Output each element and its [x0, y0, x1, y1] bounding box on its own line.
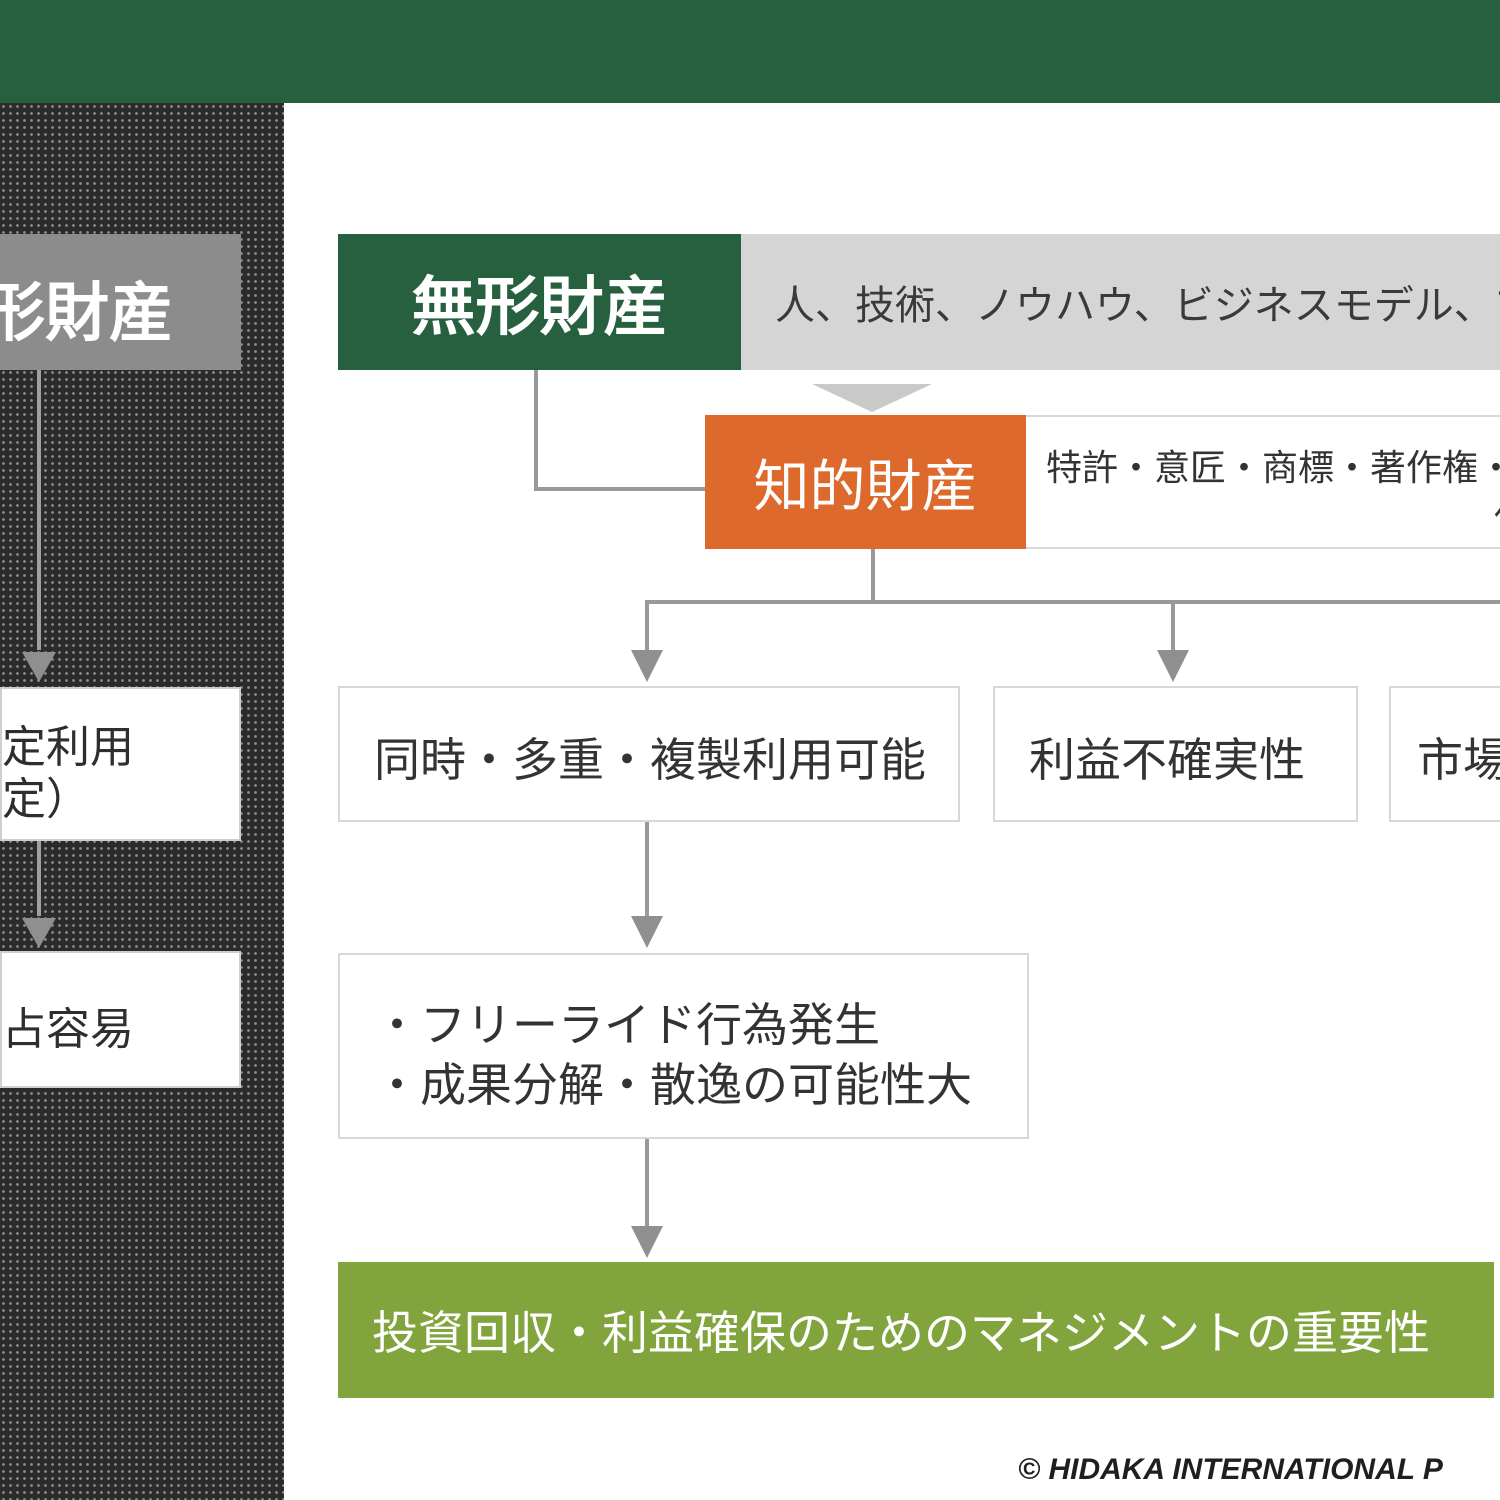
branch-arrow-2	[1157, 650, 1189, 682]
intangible-to-ip-connector	[534, 370, 705, 491]
consequence-free-ride: ・フリーライド行為発生	[374, 998, 880, 1052]
characteristic-box-market: 市場	[1389, 686, 1500, 822]
intangible-assets-label: 無形財産	[411, 271, 668, 345]
conclusion-box: 投資回収・利益確保のためのマネジメントの重要性	[338, 1262, 1494, 1398]
consequences-box: ・フリーライド行為発生 ・成果分解・散逸の可能性大	[338, 953, 1029, 1139]
conclusion-text: 投資回収・利益確保のためのマネジメントの重要性	[372, 1306, 1430, 1360]
characteristic-market: 市場	[1417, 733, 1500, 787]
copyright-notice: © HIDAKA INTERNATIONAL P	[1018, 1453, 1443, 1486]
intellectual-property-description-line2: 保	[1494, 489, 1500, 541]
branch-arrow-1	[631, 650, 663, 682]
intangible-assets-description: 人、技術、ノウハウ、ビジネスモデル、ブラ	[775, 283, 1500, 329]
consequence-dispersion: ・成果分解・散逸の可能性大	[374, 1058, 972, 1112]
intellectual-property-box: 知的財産	[705, 415, 1026, 549]
intangible-assets-box: 無形財産	[338, 234, 741, 370]
characteristic-profit-uncertainty: 利益不確実性	[1029, 733, 1305, 787]
characteristic-multi-use: 同時・多重・複製利用可能	[374, 733, 926, 787]
characteristic-box-profit-uncertainty: 利益不確実性	[993, 686, 1358, 822]
intellectual-property-description-line1: 特許・意匠・商標・著作権・	[1046, 448, 1500, 489]
intangible-assets-description-box: 人、技術、ノウハウ、ビジネスモデル、ブラ	[741, 234, 1500, 370]
chevron-arrow	[812, 384, 932, 412]
intellectual-property-label: 知的財産	[753, 454, 978, 520]
arrow-to-conclusion	[631, 1226, 663, 1258]
arrow-to-consequences	[631, 916, 663, 948]
intellectual-property-description-box: 特許・意匠・商標・著作権・ 保	[1026, 415, 1500, 549]
characteristic-box-multi-use: 同時・多重・複製利用可能	[338, 686, 960, 822]
